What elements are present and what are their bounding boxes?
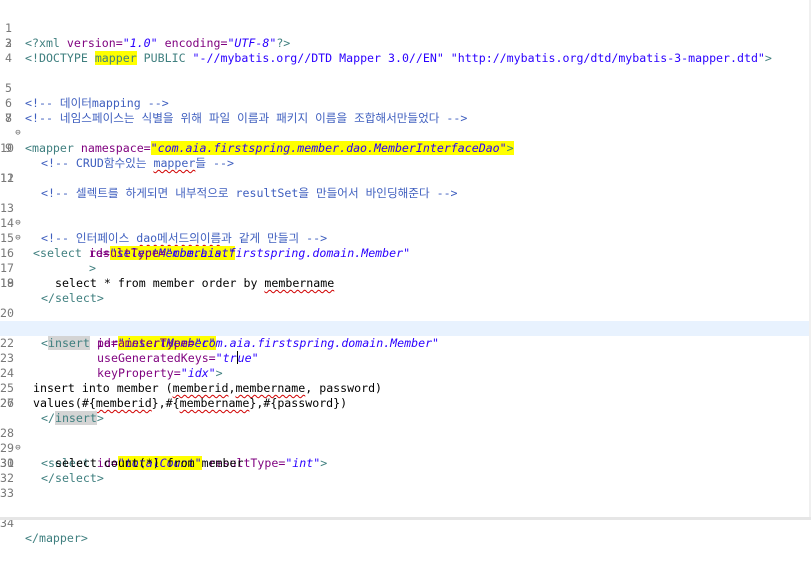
line-number: 32 xyxy=(0,471,14,485)
code-line-26[interactable]: 26 </insert> xyxy=(0,381,811,425)
line-number: 27 xyxy=(0,396,14,410)
code-line-27[interactable]: 27 xyxy=(0,396,811,411)
code-line-33[interactable]: 33 xyxy=(0,486,811,501)
line-number: 19 xyxy=(0,276,14,290)
code-line-16[interactable]: 16 > xyxy=(0,231,811,275)
code-line-15[interactable]: 15 resultType="com.aia.firstspring.domai… xyxy=(0,216,811,260)
code-line-23[interactable]: 23 keyProperty="idx"> xyxy=(0,336,811,380)
line-number: 8 xyxy=(5,111,12,125)
line-number: 33 xyxy=(0,486,14,500)
line-number: 3 xyxy=(5,36,12,50)
line-number: 4 xyxy=(5,51,12,65)
code-line-7[interactable]: 7 ⊖ <mapper namespace="com.aia.firstspri… xyxy=(0,96,811,155)
code-line-19[interactable]: 19 xyxy=(0,276,811,291)
line-number: 10 xyxy=(0,141,14,155)
line-number: 31 xyxy=(0,456,14,470)
code-line-24[interactable]: 24 insert into member (memberid,memberna… xyxy=(0,351,811,395)
code-line-17[interactable]: 17 select * from member order by membern… xyxy=(0,246,811,290)
code-line-30[interactable]: 30 </select> xyxy=(0,441,811,485)
code-line-20[interactable]: 20 ⊖ <insert id="insertMember" xyxy=(0,291,811,350)
code-line-6[interactable]: 6 <!-- 네임스페이스는 식별을 위해 파일 이름과 패키지 이름을 조합해… xyxy=(0,81,811,125)
code-line-4[interactable]: 4 xyxy=(0,51,811,66)
line-number: 12 xyxy=(0,171,14,185)
code-line-22-current[interactable]: 22 useGeneratedKeys="true" xyxy=(0,321,811,365)
tag-end: </mapper> xyxy=(25,531,88,545)
code-line-11[interactable]: 11 <!-- 셀렉트를 하게되면 내부적으로 resultSet을 만들어서 … xyxy=(0,156,811,200)
code-line-34[interactable]: 34 </mapper> xyxy=(0,501,811,545)
code-line-13[interactable]: 13 ⊖ <!-- 인터페이스 dao메서드의이름과 같게 만들긔 --> xyxy=(0,186,811,245)
code-line-5[interactable]: 5 <!-- 데이터mapping --> xyxy=(0,66,811,110)
code-line-10[interactable]: 10 xyxy=(0,141,811,156)
code-line-29[interactable]: 29 select count(*) from member xyxy=(0,426,811,470)
code-line-21[interactable]: 21 parameterType="com.aia.firstspring.do… xyxy=(0,306,811,350)
code-line-1[interactable]: 1 <?xml version="1.0" encoding="UTF-8"?> xyxy=(0,6,811,50)
code-line-2[interactable]: 2 <!DOCTYPE mapper PUBLIC "-//mybatis.or… xyxy=(0,21,811,65)
xml-editor[interactable]: 1 <?xml version="1.0" encoding="UTF-8"?>… xyxy=(0,0,811,545)
code-line-32[interactable]: 32 xyxy=(0,471,811,486)
code-line-25[interactable]: 25 values(#{memberid},#{membername},#{pa… xyxy=(0,366,811,410)
code-line-14[interactable]: 14 ⊖ <select id="selectMemberList" xyxy=(0,201,811,260)
code-line-9[interactable]: 9 <!-- CRUD함수있는 mapper들 --> xyxy=(0,126,811,170)
code-line-12[interactable]: 12 xyxy=(0,171,811,186)
code-line-28[interactable]: 28 ⊖ <select id="totalCount" resultType=… xyxy=(0,411,811,470)
code-line-8[interactable]: 8 xyxy=(0,111,811,126)
code-line-18[interactable]: 18 </select> xyxy=(0,261,811,305)
code-line-3[interactable]: 3 xyxy=(0,36,811,51)
code-line-31[interactable]: 31 xyxy=(0,456,811,471)
